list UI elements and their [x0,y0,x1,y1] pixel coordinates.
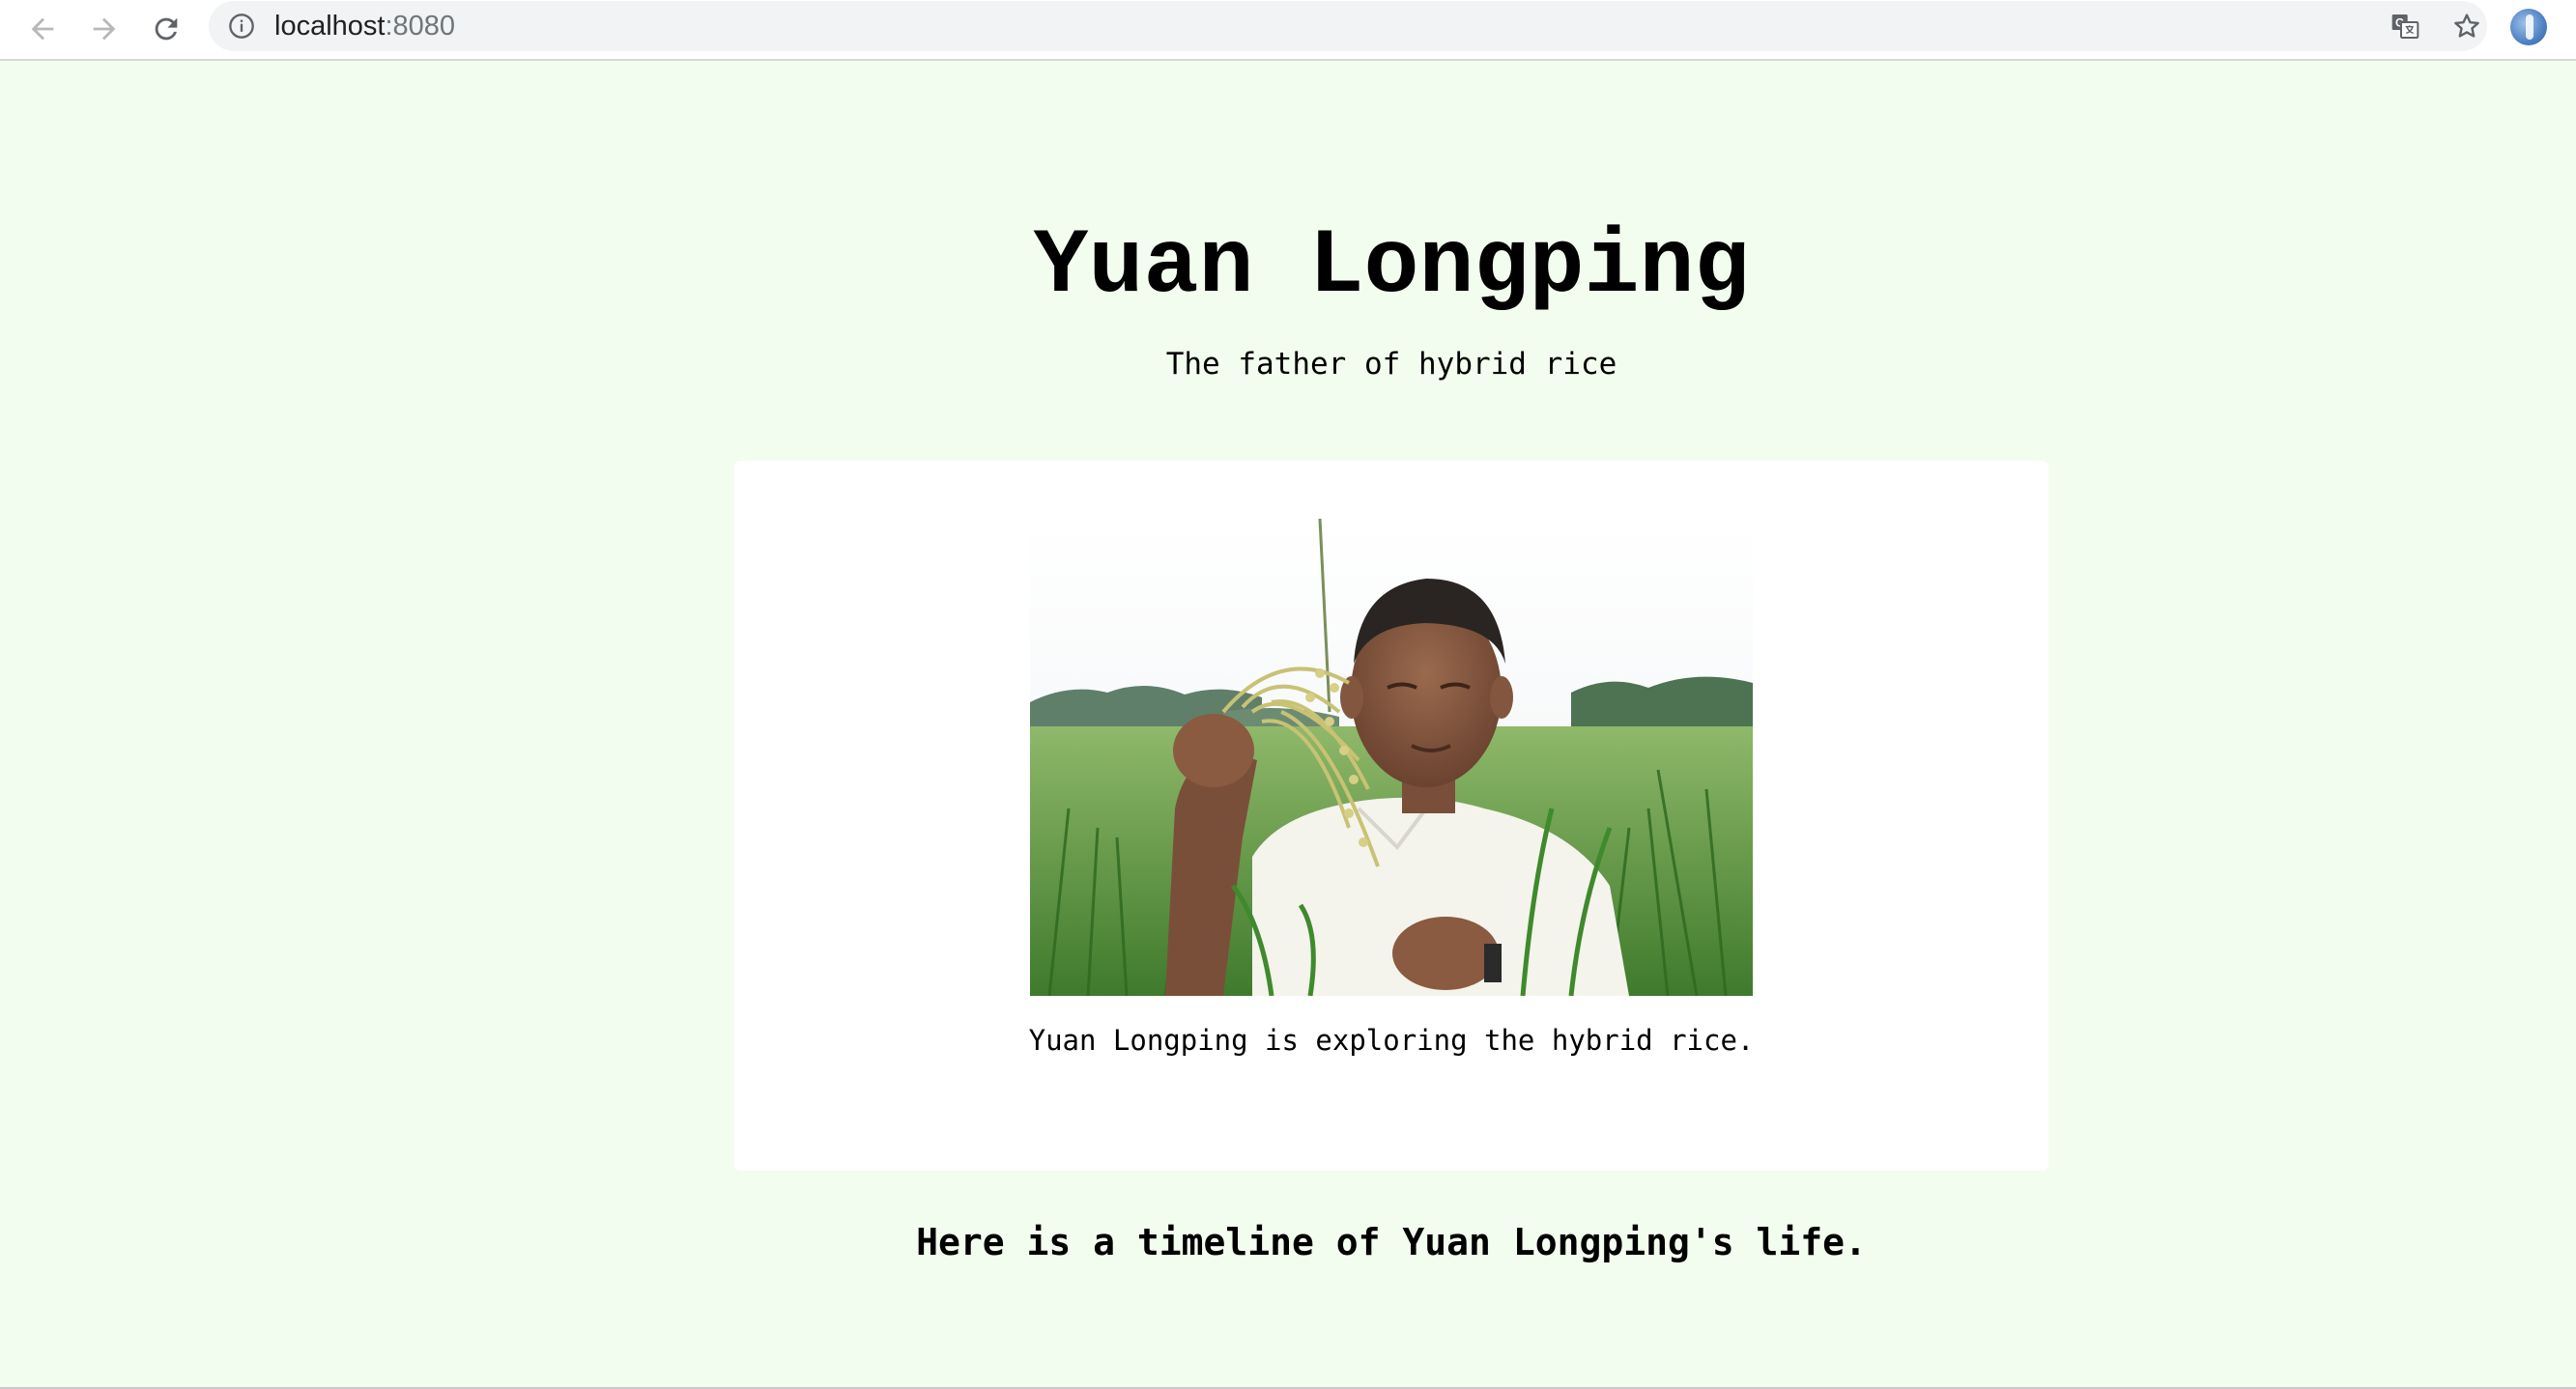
info-icon[interactable] [228,13,255,40]
url-port: :8080 [385,11,456,42]
rice-field-photo [1030,519,1753,996]
reload-button[interactable] [145,8,187,50]
page-body: Yuan Longping The father of hybrid rice [0,61,2576,1387]
back-button[interactable] [21,8,64,50]
photo-illustration [1030,519,1753,996]
url-host: localhost [274,11,386,42]
reload-icon [155,17,178,41]
translate-button[interactable]: G [2389,10,2421,43]
profile-avatar[interactable] [2510,9,2547,45]
url-text[interactable]: localhost:8080 [274,10,455,43]
image-card: Yuan Longping is exploring the hybrid ri… [734,461,2048,1171]
arrow-right-icon [93,17,116,41]
browser-toolbar: localhost:8080 G [0,0,2576,61]
star-icon [2454,14,2479,38]
bookmark-button[interactable] [2450,10,2483,43]
address-bar[interactable]: localhost:8080 G [209,1,2487,51]
photo-caption: Yuan Longping is exploring the hybrid ri… [1028,1024,1755,1057]
timeline-heading: Here is a timeline of Yuan Longping's li… [916,1221,1867,1263]
translate-icon: G [2391,14,2419,39]
arrow-left-icon [31,17,54,41]
page-title: Yuan Longping [1033,214,1750,319]
page-subtitle: The father of hybrid rice [1165,347,1617,382]
forward-button[interactable] [83,8,126,50]
